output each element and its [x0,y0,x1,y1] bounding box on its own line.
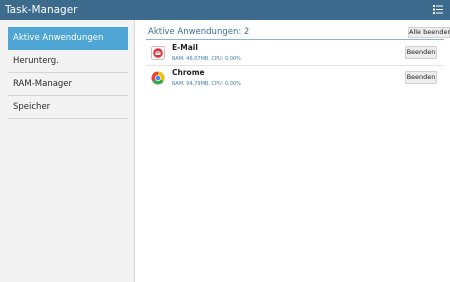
sidebar-item-label: Aktive Anwendungen [13,33,104,43]
end-all-button[interactable]: Alle beenden [408,27,450,38]
menu-list-icon[interactable] [433,5,443,14]
main-panel: Aktive Anwendungen: 2 Alle beenden E-Mai… [136,20,450,282]
title-bar: Task-Manager [0,0,450,20]
app-row-email[interactable]: E-Mail RAM: 46,07MB, CPU: 0,00% Beenden [146,42,444,66]
end-email-button[interactable]: Beenden [405,46,437,59]
sidebar-item-ram-manager[interactable]: RAM-Manager [8,73,128,96]
app-row-chrome[interactable]: Chrome RAM: 94,79MB, CPU: 0,00% Beenden [146,67,444,91]
active-apps-count-title: Aktive Anwendungen: 2 [148,27,250,37]
sidebar-item-downloaded[interactable]: Herunterg. [8,50,128,73]
app-stats: RAM: 94,79MB, CPU: 0,00% [172,81,241,87]
email-icon [151,46,165,60]
sidebar-item-active-apps[interactable]: Aktive Anwendungen [8,27,128,50]
app-title: Task-Manager [5,4,78,16]
app-name: Chrome [172,68,205,77]
app-stats: RAM: 46,07MB, CPU: 0,00% [172,56,241,62]
app-name: E-Mail [172,43,198,52]
sidebar-item-storage[interactable]: Speicher [8,96,128,119]
active-apps-header: Aktive Anwendungen: 2 Alle beenden [146,26,450,40]
sidebar-item-label: Speicher [13,102,51,112]
sidebar-item-label: RAM-Manager [13,79,73,89]
end-chrome-button[interactable]: Beenden [405,71,437,84]
sidebar-item-label: Herunterg. [13,56,59,66]
chrome-icon [151,71,165,85]
sidebar: Aktive Anwendungen Herunterg. RAM-Manage… [0,20,135,282]
